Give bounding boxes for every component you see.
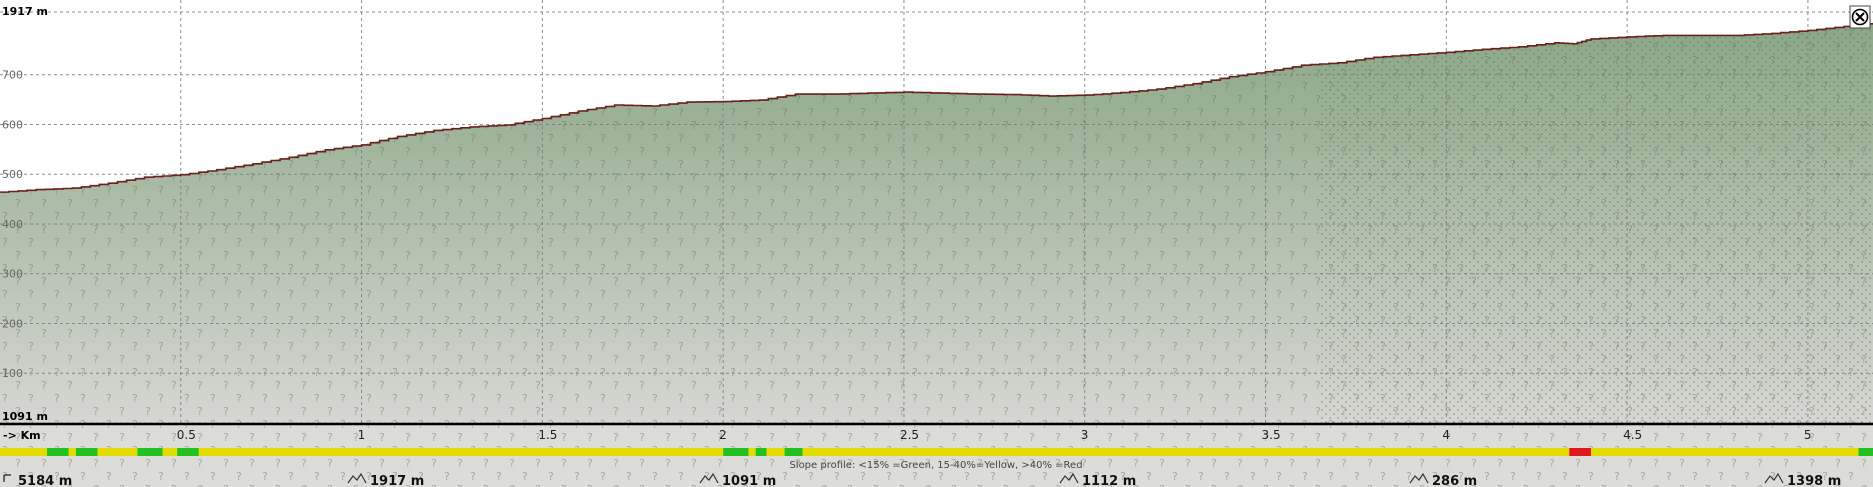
slope-segment-green	[137, 448, 163, 456]
slope-segment-yellow	[97, 448, 138, 456]
y-tick-label: 400	[2, 218, 23, 231]
x-tick-label: 2.5	[900, 428, 919, 442]
stat-value: 1112 m	[1082, 474, 1136, 487]
stat-value: 1917 m	[370, 474, 424, 487]
slope-segment-yellow	[802, 448, 1570, 456]
y-tick-label: 600	[2, 118, 23, 131]
y-tick-label: 1917 m	[2, 5, 48, 18]
x-tick-label: 2	[719, 428, 727, 442]
y-tick-label: 1091 m	[2, 410, 48, 423]
slope-profile-bar	[0, 448, 1873, 456]
slope-segment-green	[75, 448, 98, 456]
slope-segment-green	[1858, 448, 1873, 456]
slope-segment-yellow	[162, 448, 178, 456]
x-tick-label: 5	[1804, 428, 1812, 442]
x-tick-label: 4	[1442, 428, 1450, 442]
slope-segment-green	[755, 448, 767, 456]
terrain-area	[0, 22, 1873, 424]
y-tick-label: 100	[2, 367, 23, 380]
elevation-profile-chart: ? ? 1917 m7006005004003002001001091 m ->…	[0, 0, 1873, 487]
slope-segment-yellow	[0, 448, 48, 456]
y-tick-label: 300	[2, 268, 23, 281]
slope-segment-yellow	[68, 448, 76, 456]
slope-segment-yellow	[766, 448, 785, 456]
slope-segment-green	[47, 448, 69, 456]
stat-value: 286 m	[1432, 474, 1477, 487]
y-tick-label: 200	[2, 317, 23, 330]
x-tick-label: 1.5	[538, 428, 557, 442]
stat-value: 5184 m	[18, 474, 72, 487]
slope-segment-red	[1569, 448, 1591, 456]
y-tick-label: 700	[2, 69, 23, 82]
x-tick-label: 3.5	[1262, 428, 1281, 442]
slope-segment-yellow	[1590, 448, 1859, 456]
slope-segment-yellow	[198, 448, 724, 456]
x-tick-label: 4.5	[1623, 428, 1642, 442]
slope-segment-green	[177, 448, 199, 456]
stat-value: 1398 m	[1787, 474, 1841, 487]
y-tick-label: 500	[2, 168, 23, 181]
slope-segment-yellow	[748, 448, 756, 456]
slope-segment-green	[723, 448, 749, 456]
x-tick-label: 1	[358, 428, 366, 442]
x-tick-label: 0.5	[177, 428, 196, 442]
x-tick-label: -> Km	[3, 429, 41, 442]
close-icon[interactable]	[1849, 5, 1871, 29]
slope-legend: Slope profile: <15% =Green, 15-40%=Yello…	[789, 460, 1082, 471]
slope-segment-green	[784, 448, 803, 456]
stat-value: 1091 m	[722, 474, 776, 487]
x-tick-label: 3	[1081, 428, 1089, 442]
